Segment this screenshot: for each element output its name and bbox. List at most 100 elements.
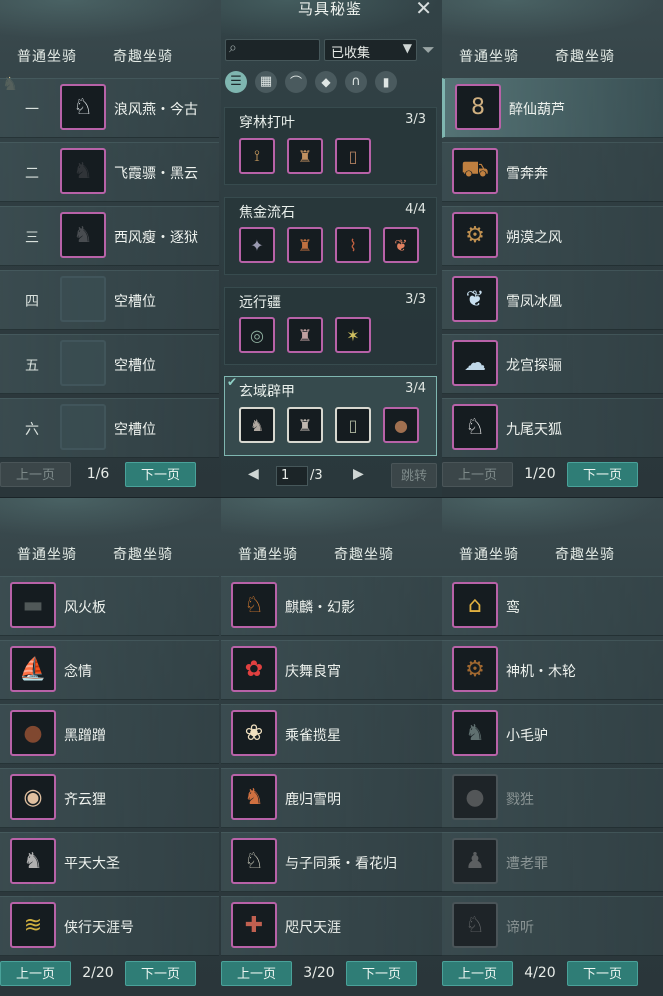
next-page-button[interactable]: 下一页 bbox=[567, 462, 638, 487]
mount-row[interactable]: ◉ 齐云狸 bbox=[0, 768, 219, 828]
grid-icon[interactable]: ▦ bbox=[255, 71, 277, 93]
leg-armor-item-icon[interactable]: ▯ bbox=[335, 138, 371, 174]
list-all-icon[interactable]: ☰ bbox=[225, 71, 247, 93]
set-card[interactable]: 焦金流石 4/4 ✦ ♜ ⌇ ❦ bbox=[224, 197, 437, 275]
ornament-item-icon[interactable]: ❦ bbox=[383, 227, 419, 263]
prev-page-button[interactable]: 上一页 bbox=[221, 961, 292, 986]
saddle-icon[interactable]: ⌒ bbox=[285, 71, 307, 93]
horseshoe-icon[interactable]: ∩ bbox=[345, 71, 367, 93]
chevron-right-icon[interactable]: ▶ bbox=[353, 466, 364, 482]
stirrup-item-icon[interactable]: ⌇ bbox=[335, 227, 371, 263]
mount-row[interactable]: ✚ 咫尺天涯 bbox=[221, 896, 442, 956]
tab-fun-mounts[interactable]: 奇趣坐骑 bbox=[113, 46, 173, 66]
mount-row[interactable]: 六 空槽位 bbox=[0, 398, 219, 458]
jump-button[interactable]: 跳转 bbox=[391, 463, 437, 488]
tassel-item-icon[interactable]: ✶ bbox=[335, 317, 371, 353]
mount-row[interactable]: 五 空槽位 bbox=[0, 334, 219, 394]
mount-name: 雪奔奔 bbox=[506, 166, 548, 182]
prev-page-button[interactable]: 上一页 bbox=[0, 961, 71, 986]
page-number-input[interactable]: 1 bbox=[276, 466, 308, 486]
armor-icon[interactable]: ◆ bbox=[315, 71, 337, 93]
mount-name: 黑蹭蹭 bbox=[64, 728, 106, 744]
mount-row[interactable]: ≋ 侠行天涯号 bbox=[0, 896, 219, 956]
mount-row[interactable]: ⛵ 念情 bbox=[0, 640, 219, 700]
panel-bottom-middle: 普通坐骑 奇趣坐骑 ♘ 麒麟・幻影 ✿ 庆舞良宵 ❀ 乘雀揽星 ♞ 鹿归雪明 ♘ 与子同乘・看花归… bbox=[221, 498, 442, 996]
funnel-icon[interactable]: ⏷ bbox=[422, 40, 435, 60]
horse-armor-item-icon[interactable]: ♞ bbox=[239, 407, 275, 443]
saddle-item-icon[interactable]: ♜ bbox=[287, 407, 323, 443]
chevron-left-icon[interactable]: ◀ bbox=[248, 466, 259, 482]
mount-row[interactable]: ⚙ 神机・木轮 bbox=[442, 640, 663, 700]
dragon-boat-icon: ≋ bbox=[10, 902, 56, 948]
mount-row[interactable]: ⌂ 鸾 bbox=[442, 576, 663, 636]
icon-glyph: ♘ bbox=[73, 94, 93, 120]
set-card[interactable]: 穿林打叶 3/3 ⟟ ♜ ▯ bbox=[224, 107, 437, 185]
bird-icon: ❀ bbox=[231, 710, 277, 756]
mount-row[interactable]: ♞ 平天大圣 bbox=[0, 832, 219, 892]
tab-fun-mounts[interactable]: 奇趣坐骑 bbox=[334, 544, 394, 564]
tab-fun-mounts[interactable]: 奇趣坐骑 bbox=[555, 544, 615, 564]
mount-row[interactable]: ● 黑蹭蹭 bbox=[0, 704, 219, 764]
mount-row[interactable]: ❦ 雪凤冰凰 bbox=[442, 270, 663, 330]
mount-row[interactable]: ♘ 谛听 bbox=[442, 896, 663, 956]
palanquin-icon: ⌂ bbox=[452, 582, 498, 628]
close-icon[interactable]: ✕ bbox=[415, 0, 432, 20]
prev-page-button[interactable]: 上一页 bbox=[442, 462, 513, 487]
mount-name: 念情 bbox=[64, 664, 92, 680]
mount-row[interactable]: ♘ 与子同乘・看花归 bbox=[221, 832, 442, 892]
mount-row[interactable]: ⛟ 雪奔奔 bbox=[442, 142, 663, 202]
mount-row[interactable]: 一 ♘ 浪风燕・今古 bbox=[0, 78, 219, 138]
icon-glyph: ◉ bbox=[23, 784, 43, 810]
bridle-item-icon[interactable]: ⟟ bbox=[239, 138, 275, 174]
saddle-item-icon[interactable]: ♜ bbox=[287, 317, 323, 353]
mount-name: 鸾 bbox=[506, 600, 520, 616]
filter-select[interactable]: 已收集 ▼ bbox=[324, 39, 417, 61]
tab-normal-mounts[interactable]: 普通坐骑 bbox=[17, 544, 77, 564]
dark-horse-icon: ♞ bbox=[60, 212, 106, 258]
mount-row[interactable]: ⚙ 朔漠之风 bbox=[442, 206, 663, 266]
page-indicator: 1/20 bbox=[524, 466, 556, 482]
next-page-button[interactable]: 下一页 bbox=[346, 961, 417, 986]
tab-normal-mounts[interactable]: 普通坐骑 bbox=[17, 46, 77, 66]
search-input[interactable]: ⌕ bbox=[225, 39, 320, 61]
mount-row[interactable]: ● 戮狌 bbox=[442, 768, 663, 828]
mount-row[interactable]: ▬ 风火板 bbox=[0, 576, 219, 636]
leg-armor-item-icon[interactable]: ▯ bbox=[335, 407, 371, 443]
prev-page-button[interactable]: 上一页 bbox=[442, 961, 513, 986]
set-card-selected[interactable]: ✔ 玄域辟甲 3/4 ♞ ♜ ▯ ● bbox=[224, 375, 437, 456]
round-beast-icon: ● bbox=[10, 710, 56, 756]
icon-glyph: ♞ bbox=[465, 720, 485, 746]
mount-row[interactable]: ❀ 乘雀揽星 bbox=[221, 704, 442, 764]
mount-name: 浪风燕・今古 bbox=[114, 102, 198, 118]
mount-row[interactable]: ♘ 麒麟・幻影 bbox=[221, 576, 442, 636]
deer-icon: ♞ bbox=[231, 774, 277, 820]
headgear-item-icon[interactable]: ✦ bbox=[239, 227, 275, 263]
set-card[interactable]: 远行疆 3/3 ◎ ♜ ✶ bbox=[224, 287, 437, 365]
mount-row[interactable]: ✿ 庆舞良宵 bbox=[221, 640, 442, 700]
helmet-item-icon[interactable]: ● bbox=[383, 407, 419, 443]
mount-row[interactable]: ♞ 小毛驴 bbox=[442, 704, 663, 764]
set-name: 穿林打叶 bbox=[239, 115, 295, 131]
next-page-button[interactable]: 下一页 bbox=[125, 462, 196, 487]
next-page-button[interactable]: 下一页 bbox=[567, 961, 638, 986]
mount-row[interactable]: 二 ♞ 飞霞骠・黑云 bbox=[0, 142, 219, 202]
mount-row[interactable]: 8 醉仙葫芦 bbox=[442, 78, 663, 138]
mount-row[interactable]: 四 空槽位 bbox=[0, 270, 219, 330]
tab-normal-mounts[interactable]: 普通坐骑 bbox=[459, 544, 519, 564]
tab-normal-mounts[interactable]: 普通坐骑 bbox=[459, 46, 519, 66]
bridle-item-icon[interactable]: ◎ bbox=[239, 317, 275, 353]
tab-fun-mounts[interactable]: 奇趣坐骑 bbox=[555, 46, 615, 66]
saddle-item-icon[interactable]: ♜ bbox=[287, 138, 323, 174]
mount-row[interactable]: ☁ 龙宫探骊 bbox=[442, 334, 663, 394]
mount-row[interactable]: ♞ 鹿归雪明 bbox=[221, 768, 442, 828]
mount-row[interactable]: 三 ♞ 西风瘦・逐狱 bbox=[0, 206, 219, 266]
tab-fun-mounts[interactable]: 奇趣坐骑 bbox=[113, 544, 173, 564]
mount-row[interactable]: ♘ 九尾天狐 bbox=[442, 398, 663, 458]
mount-row[interactable]: ♟ 遭老罪 bbox=[442, 832, 663, 892]
saddle-item-icon[interactable]: ♜ bbox=[287, 227, 323, 263]
next-page-button[interactable]: 下一页 bbox=[125, 961, 196, 986]
tab-normal-mounts[interactable]: 普通坐骑 bbox=[238, 544, 298, 564]
mount-name: 飞霞骠・黑云 bbox=[114, 166, 198, 182]
bridle-icon[interactable]: ▮ bbox=[375, 71, 397, 93]
prev-page-button[interactable]: 上一页 bbox=[0, 462, 71, 487]
